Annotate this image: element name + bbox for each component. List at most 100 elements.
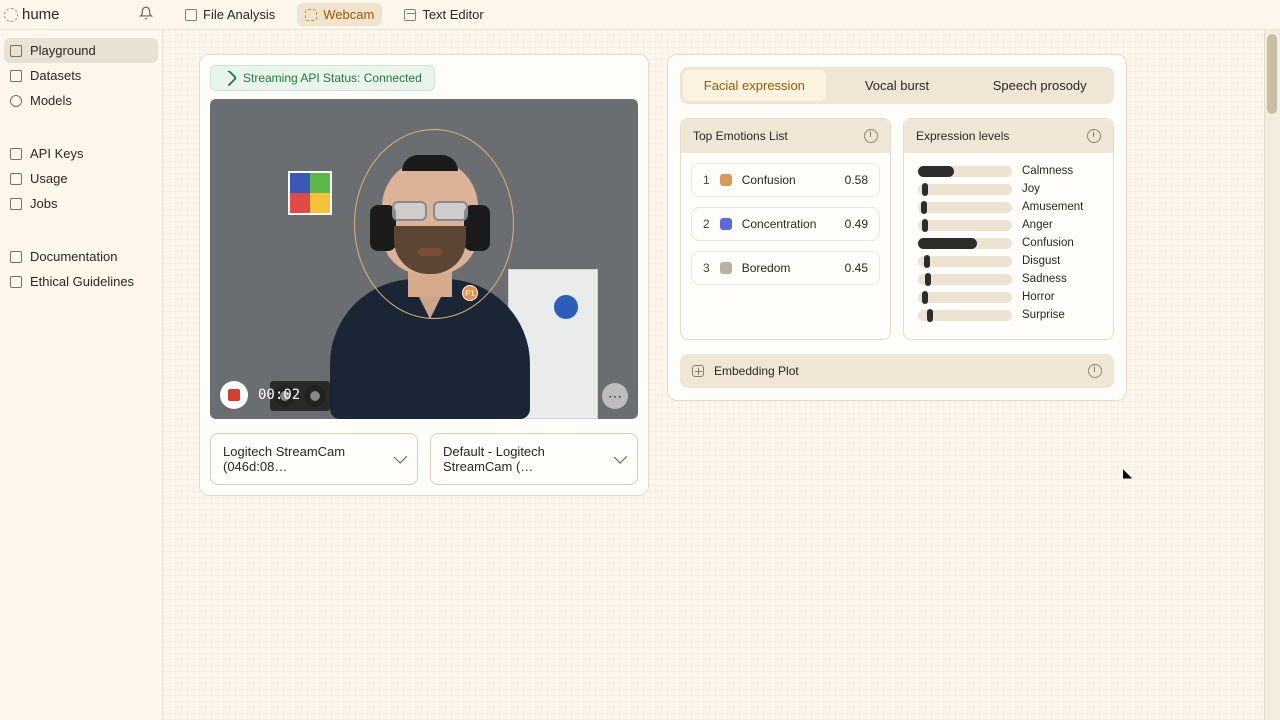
emotion-value: 0.58 bbox=[845, 173, 868, 187]
expand-icon bbox=[692, 365, 704, 377]
embedding-label: Embedding Plot bbox=[714, 364, 1078, 378]
tab-label: Text Editor bbox=[422, 7, 483, 22]
panel-title: Expression levels bbox=[916, 129, 1009, 143]
tab-facial-expression[interactable]: Facial expression bbox=[683, 70, 826, 101]
sidebar-item-ethical-guidelines[interactable]: Ethical Guidelines bbox=[0, 269, 162, 294]
level-name: Disgust bbox=[1022, 255, 1060, 267]
sidebar-item-datasets[interactable]: Datasets bbox=[0, 63, 162, 88]
sidebar-item-documentation[interactable]: Documentation bbox=[0, 244, 162, 269]
top-emotions-panel: Top Emotions List 1Confusion0.582Concent… bbox=[680, 118, 891, 340]
brand: hume bbox=[0, 6, 163, 24]
emotion-rank: 3 bbox=[703, 261, 710, 275]
emotion-name: Boredom bbox=[742, 261, 835, 275]
brand-icon bbox=[4, 8, 18, 22]
emotion-swatch bbox=[720, 262, 732, 274]
wifi-icon bbox=[221, 70, 238, 87]
document-icon bbox=[185, 9, 197, 21]
top-tabs: File Analysis Webcam Text Editor bbox=[163, 0, 492, 29]
level-bar bbox=[918, 220, 1012, 231]
sidebar-item-label: Documentation bbox=[30, 249, 117, 264]
decor-wall-art bbox=[288, 171, 332, 215]
sidebar-item-usage[interactable]: Usage bbox=[0, 166, 162, 191]
emotion-name: Confusion bbox=[742, 173, 835, 187]
level-name: Surprise bbox=[1022, 309, 1065, 321]
grid-icon bbox=[10, 45, 22, 57]
level-row: Sadness bbox=[918, 273, 1103, 285]
level-row: Joy bbox=[918, 183, 1103, 195]
expression-levels-panel: Expression levels Calmness Joy Amusement An… bbox=[903, 118, 1114, 340]
result-tabs: Facial expression Vocal burst Speech pro… bbox=[680, 67, 1114, 104]
tab-file-analysis[interactable]: File Analysis bbox=[177, 3, 283, 26]
sidebar-item-models[interactable]: Models bbox=[0, 88, 162, 113]
tab-speech-prosody[interactable]: Speech prosody bbox=[968, 70, 1111, 101]
level-row: Calmness bbox=[918, 165, 1103, 177]
notifications-icon[interactable] bbox=[139, 6, 153, 24]
level-bar bbox=[918, 184, 1012, 195]
level-row: Confusion bbox=[918, 237, 1103, 249]
tab-text-editor[interactable]: Text Editor bbox=[396, 3, 491, 26]
level-row: Amusement bbox=[918, 201, 1103, 213]
level-bar bbox=[918, 166, 1012, 177]
info-icon[interactable] bbox=[1088, 364, 1102, 378]
emotion-swatch bbox=[720, 174, 732, 186]
sidebar-item-playground[interactable]: Playground bbox=[4, 38, 158, 63]
level-row: Disgust bbox=[918, 255, 1103, 267]
sidebar-item-label: Jobs bbox=[30, 196, 57, 211]
sidebar-item-api-keys[interactable]: API Keys bbox=[0, 141, 162, 166]
panel-title: Top Emotions List bbox=[693, 129, 788, 143]
mic-select[interactable]: Default - Logitech StreamCam (… bbox=[430, 433, 638, 485]
level-name: Amusement bbox=[1022, 201, 1083, 213]
info-icon[interactable] bbox=[1087, 129, 1101, 143]
emotion-value: 0.45 bbox=[845, 261, 868, 275]
sidebar-item-jobs[interactable]: Jobs bbox=[0, 191, 162, 216]
sidebar: Playground Datasets Models API Keys Usag… bbox=[0, 30, 163, 720]
recording-time: 00:02 bbox=[258, 387, 300, 403]
level-bar bbox=[918, 310, 1012, 321]
shield-icon bbox=[10, 276, 22, 288]
level-row: Surprise bbox=[918, 309, 1103, 321]
decor-person bbox=[330, 139, 530, 419]
level-name: Confusion bbox=[1022, 237, 1074, 249]
record-icon bbox=[228, 389, 240, 401]
level-name: Anger bbox=[1022, 219, 1053, 231]
camera-select-value: Logitech StreamCam (046d:08… bbox=[223, 444, 396, 474]
model-icon bbox=[10, 95, 22, 107]
level-row: Horror bbox=[918, 291, 1103, 303]
emotion-swatch bbox=[720, 218, 732, 230]
scrollbar[interactable] bbox=[1264, 30, 1280, 720]
level-row: Anger bbox=[918, 219, 1103, 231]
sidebar-item-label: Datasets bbox=[30, 68, 81, 83]
video-feed: P1 00:02 ⋯ bbox=[210, 99, 638, 419]
tab-vocal-burst[interactable]: Vocal burst bbox=[826, 70, 969, 101]
key-icon bbox=[10, 148, 22, 160]
tab-webcam[interactable]: Webcam bbox=[297, 3, 382, 26]
level-bar bbox=[918, 292, 1012, 303]
level-name: Calmness bbox=[1022, 165, 1073, 177]
book-icon bbox=[10, 251, 22, 263]
video-more-button[interactable]: ⋯ bbox=[602, 383, 628, 409]
briefcase-icon bbox=[10, 198, 22, 210]
emotion-row: 1Confusion0.58 bbox=[691, 163, 880, 197]
camera-select[interactable]: Logitech StreamCam (046d:08… bbox=[210, 433, 418, 485]
emotion-row: 3 Boredom 0.45 bbox=[691, 251, 880, 285]
level-name: Joy bbox=[1022, 183, 1040, 195]
emotion-row: 2Concentration0.49 bbox=[691, 207, 880, 241]
embedding-plot-toggle[interactable]: Embedding Plot bbox=[680, 354, 1114, 388]
status-text: Streaming API Status: Connected bbox=[243, 71, 422, 85]
sidebar-item-label: Playground bbox=[30, 43, 96, 58]
info-icon[interactable] bbox=[864, 129, 878, 143]
face-pin: P1 bbox=[462, 285, 478, 301]
brand-name: hume bbox=[22, 6, 60, 23]
emotion-rank: 2 bbox=[703, 217, 710, 231]
level-bar bbox=[918, 238, 1012, 249]
tab-label: Webcam bbox=[323, 7, 374, 22]
record-button[interactable] bbox=[220, 381, 248, 409]
level-bar bbox=[918, 274, 1012, 285]
text-icon bbox=[404, 9, 416, 21]
emotion-value: 0.49 bbox=[845, 217, 868, 231]
tab-label: File Analysis bbox=[203, 7, 275, 22]
decor-ball bbox=[554, 295, 578, 319]
mouse-cursor: ◣ bbox=[1123, 466, 1132, 480]
level-bar bbox=[918, 202, 1012, 213]
chart-icon bbox=[10, 173, 22, 185]
